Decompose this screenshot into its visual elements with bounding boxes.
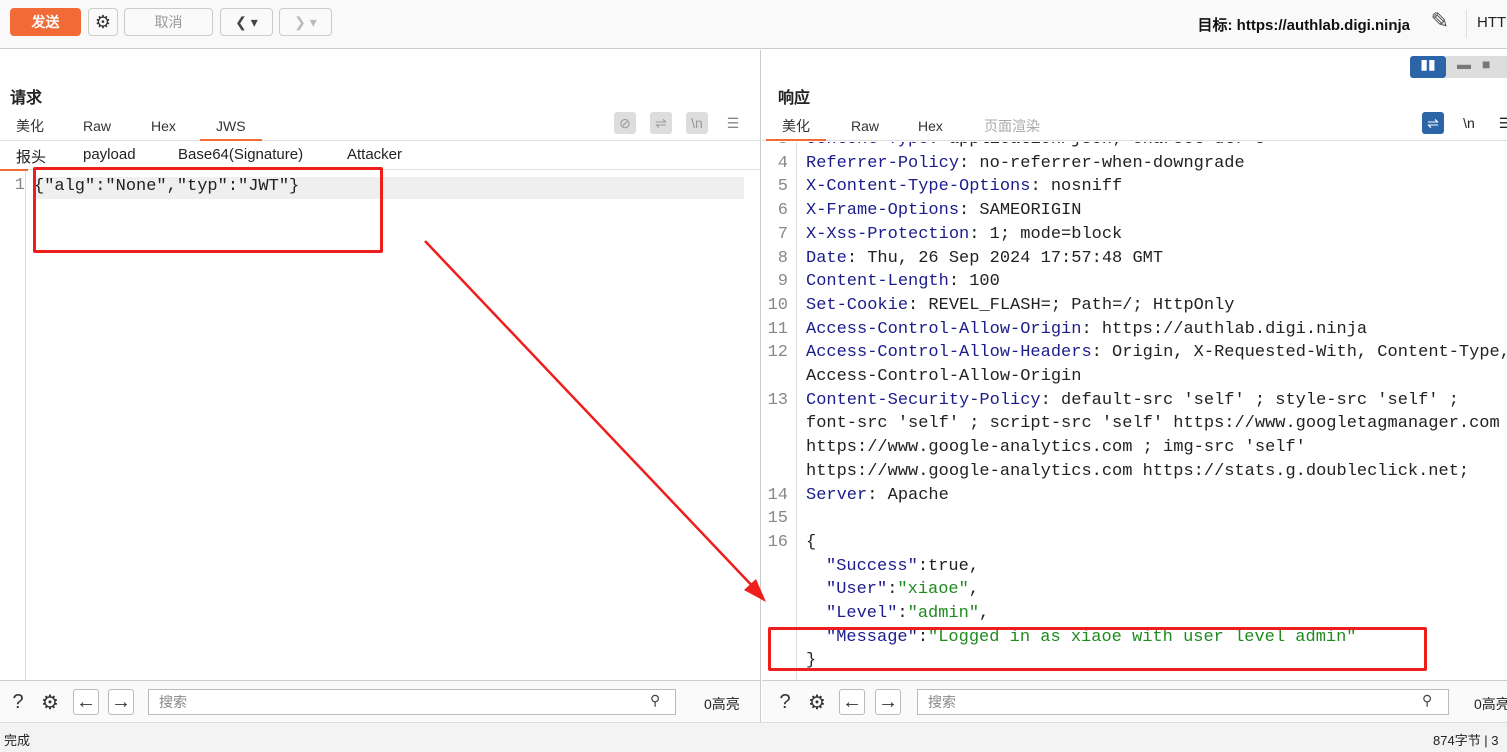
annotation-arrow — [424, 240, 766, 602]
arrow-line — [424, 240, 759, 593]
